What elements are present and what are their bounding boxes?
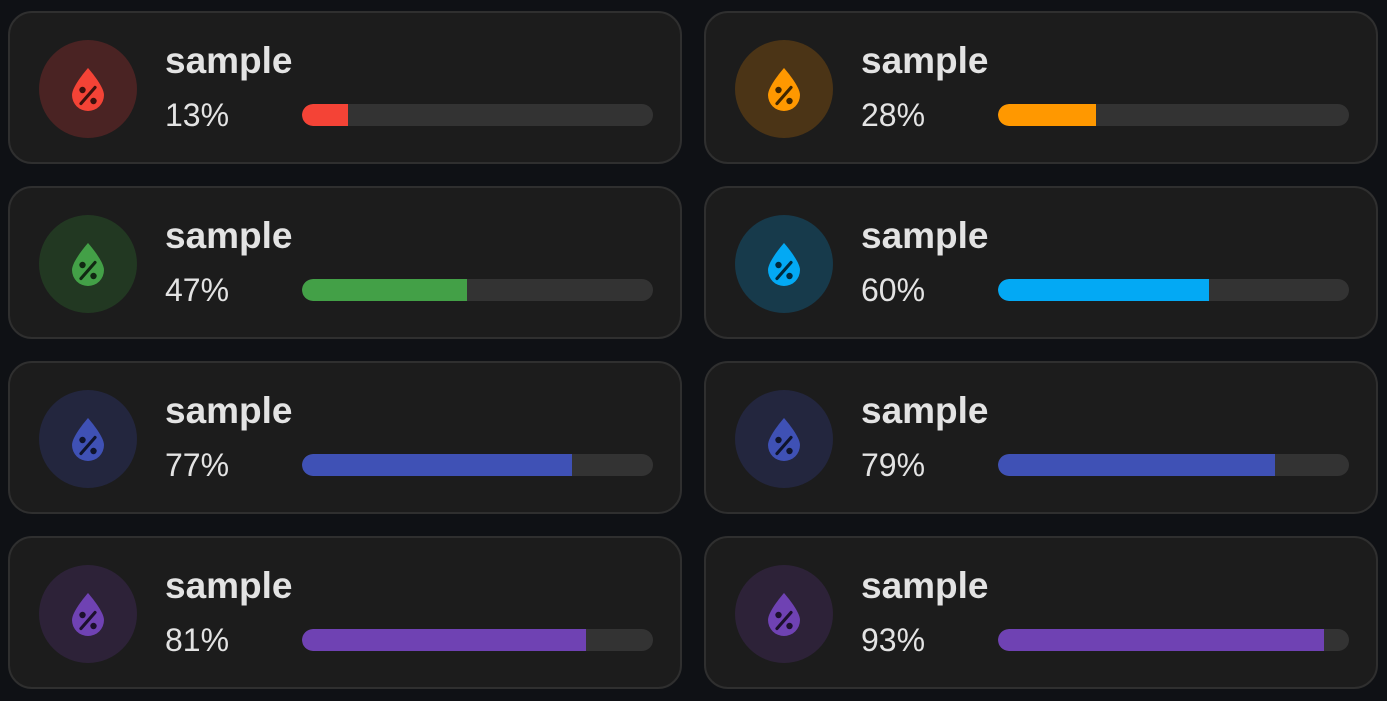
humidity-value: 81% xyxy=(165,622,230,658)
humidity-sensor-card[interactable]: sample 60% xyxy=(704,186,1378,339)
humidity-value: 77% xyxy=(165,447,230,483)
humidity-drop-icon xyxy=(70,592,106,636)
humidity-progress-fill xyxy=(998,454,1276,476)
humidity-progress-bar xyxy=(998,279,1349,301)
sensor-card-grid: sample 13% sample 28% sample 47% sample 60% samp… xyxy=(8,11,1378,689)
card-title: sample xyxy=(165,215,293,256)
humidity-progress-bar xyxy=(998,104,1349,126)
card-title: sample xyxy=(165,390,293,431)
humidity-sensor-card[interactable]: sample 13% xyxy=(8,11,682,164)
humidity-progress-bar xyxy=(302,629,653,651)
humidity-value: 60% xyxy=(861,272,926,308)
humidity-drop-icon xyxy=(766,67,802,111)
icon-badge[interactable] xyxy=(735,390,833,488)
humidity-sensor-card[interactable]: sample 28% xyxy=(704,11,1378,164)
humidity-value: 79% xyxy=(861,447,926,483)
humidity-sensor-card[interactable]: sample 93% xyxy=(704,536,1378,689)
humidity-progress-bar xyxy=(302,279,653,301)
icon-badge[interactable] xyxy=(39,390,137,488)
humidity-sensor-card[interactable]: sample 79% xyxy=(704,361,1378,514)
card-title: sample xyxy=(861,565,989,606)
humidity-drop-icon xyxy=(70,417,106,461)
humidity-value: 47% xyxy=(165,272,230,308)
humidity-drop-icon xyxy=(70,242,106,286)
icon-badge[interactable] xyxy=(39,565,137,663)
humidity-value: 93% xyxy=(861,622,926,658)
card-title: sample xyxy=(165,40,293,81)
icon-badge[interactable] xyxy=(39,40,137,138)
card-title: sample xyxy=(861,40,989,81)
humidity-progress-fill xyxy=(998,629,1325,651)
humidity-progress-fill xyxy=(998,104,1097,126)
card-title: sample xyxy=(861,390,989,431)
humidity-drop-icon xyxy=(70,67,106,111)
humidity-drop-icon xyxy=(766,592,802,636)
icon-badge[interactable] xyxy=(39,215,137,313)
humidity-drop-icon xyxy=(766,242,802,286)
humidity-sensor-card[interactable]: sample 81% xyxy=(8,536,682,689)
icon-badge[interactable] xyxy=(735,215,833,313)
humidity-progress-fill xyxy=(302,279,467,301)
humidity-progress-fill xyxy=(302,629,587,651)
humidity-value: 13% xyxy=(165,97,230,133)
humidity-sensor-card[interactable]: sample 47% xyxy=(8,186,682,339)
humidity-progress-fill xyxy=(302,454,573,476)
humidity-sensor-card[interactable]: sample 77% xyxy=(8,361,682,514)
humidity-progress-bar xyxy=(998,629,1349,651)
humidity-value: 28% xyxy=(861,97,926,133)
icon-badge[interactable] xyxy=(735,40,833,138)
card-title: sample xyxy=(861,215,989,256)
humidity-progress-fill xyxy=(998,279,1209,301)
humidity-progress-bar xyxy=(302,454,653,476)
icon-badge[interactable] xyxy=(735,565,833,663)
humidity-progress-bar xyxy=(302,104,653,126)
card-title: sample xyxy=(165,565,293,606)
humidity-progress-fill xyxy=(302,104,348,126)
humidity-drop-icon xyxy=(766,417,802,461)
humidity-progress-bar xyxy=(998,454,1349,476)
